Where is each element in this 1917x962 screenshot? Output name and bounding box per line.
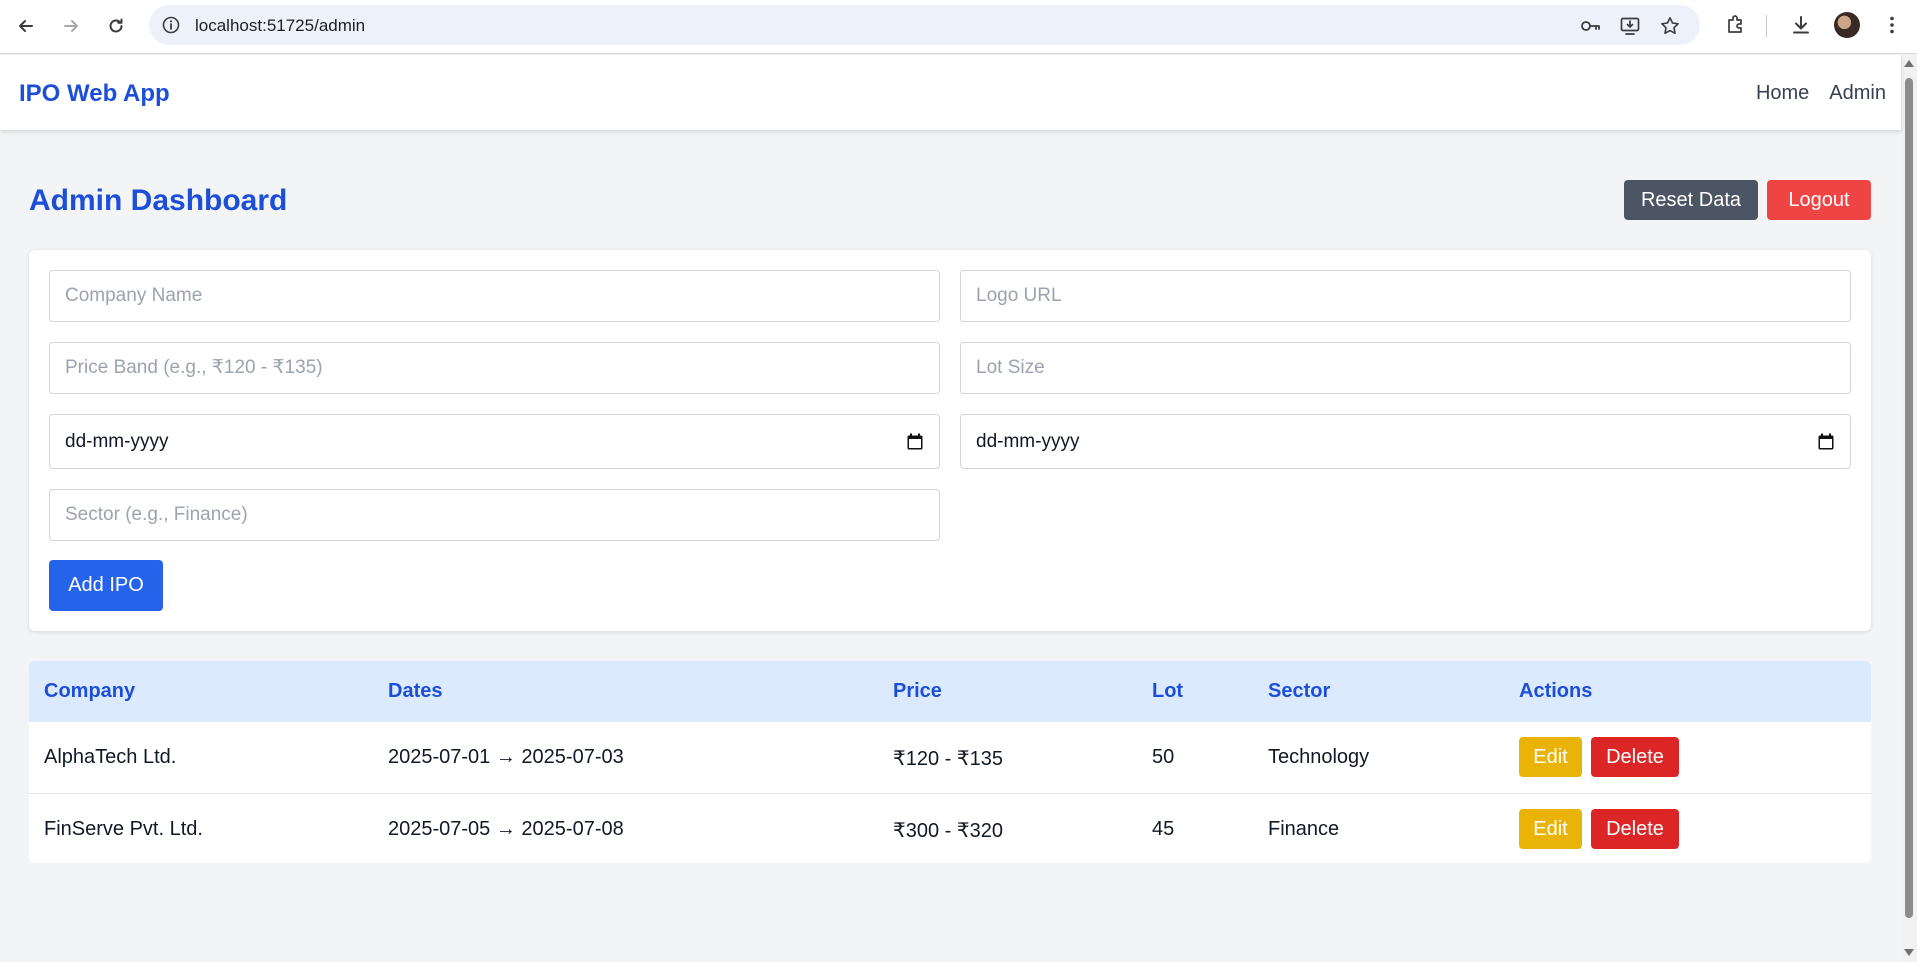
info-icon[interactable]	[161, 15, 181, 35]
table-header: Company Dates Price Lot Sector Actions	[29, 661, 1871, 722]
cell-price: ₹120 - ₹135	[893, 748, 1003, 770]
url-text: localhost:51725/admin	[195, 16, 366, 35]
scroll-down-arrow-icon[interactable]	[1904, 949, 1914, 956]
open-date-input[interactable]: dd-mm-yyyy	[49, 414, 940, 469]
cell-company: FinServe Pvt. Ltd.	[44, 818, 203, 840]
delete-button[interactable]: Delete	[1591, 737, 1679, 777]
delete-button[interactable]: Delete	[1591, 809, 1679, 849]
browser-toolbar: localhost:51725/admin	[0, 0, 1917, 54]
logo-url-input[interactable]	[960, 270, 1851, 322]
page-scrollbar[interactable]	[1901, 54, 1917, 962]
arrow-right-icon	[64, 20, 78, 32]
column-header-price: Price	[893, 680, 942, 702]
reload-icon	[109, 18, 123, 33]
close-date-input[interactable]: dd-mm-yyyy	[960, 414, 1851, 469]
column-header-actions: Actions	[1519, 680, 1593, 702]
nav-admin-link[interactable]: Admin	[1829, 82, 1886, 105]
scroll-thumb[interactable]	[1905, 78, 1913, 918]
calendar-icon[interactable]	[1817, 433, 1835, 451]
table-row: FinServe Pvt. Ltd. 2025-07-05 → 2025-07-…	[29, 793, 1871, 863]
cell-sector: Finance	[1268, 818, 1340, 840]
price-band-input[interactable]	[49, 342, 940, 394]
edit-button[interactable]: Edit	[1519, 809, 1582, 849]
profile-avatar[interactable]	[1834, 12, 1860, 38]
app-header: IPO Web App Home Admin	[0, 55, 1901, 130]
brand-logo-text[interactable]: IPO Web App	[19, 80, 170, 108]
arrow-left-icon	[19, 20, 33, 32]
open-date-value: dd-mm-yyyy	[65, 430, 169, 452]
cell-price: ₹300 - ₹320	[893, 820, 1003, 842]
cell-dates: 2025-07-01 → 2025-07-03	[388, 746, 624, 768]
edit-button[interactable]: Edit	[1519, 737, 1582, 777]
back-button[interactable]	[9, 9, 43, 43]
close-date-value: dd-mm-yyyy	[976, 430, 1080, 452]
kebab-menu-icon[interactable]	[1880, 13, 1904, 37]
calendar-icon[interactable]	[906, 433, 924, 451]
cell-dates: 2025-07-05 → 2025-07-08	[388, 818, 624, 840]
column-header-lot: Lot	[1152, 680, 1184, 702]
column-header-dates: Dates	[388, 680, 443, 702]
table-row: AlphaTech Ltd. 2025-07-01 → 2025-07-03 ₹…	[29, 722, 1871, 793]
toolbar-separator	[1766, 15, 1767, 37]
ipo-table: Company Dates Price Lot Sector Actions A…	[29, 661, 1871, 863]
cell-sector: Technology	[1268, 746, 1370, 768]
puzzle-icon[interactable]	[1724, 13, 1748, 37]
logout-button[interactable]: Logout	[1767, 180, 1871, 220]
reset-data-button[interactable]: Reset Data	[1624, 180, 1758, 220]
download-icon[interactable]	[1789, 13, 1813, 37]
scroll-up-arrow-icon[interactable]	[1904, 60, 1914, 67]
nav-home-link[interactable]: Home	[1756, 82, 1809, 105]
company-name-input[interactable]	[49, 270, 940, 322]
top-nav: Home Admin	[1756, 82, 1886, 105]
cell-company: AlphaTech Ltd.	[44, 746, 177, 768]
cell-lot: 45	[1152, 818, 1175, 840]
lot-size-input[interactable]	[960, 342, 1851, 394]
forward-button[interactable]	[54, 9, 88, 43]
star-icon[interactable]	[1659, 15, 1681, 37]
page-title: Admin Dashboard	[29, 184, 288, 217]
reload-button[interactable]	[99, 9, 133, 43]
key-icon[interactable]	[1579, 15, 1601, 37]
install-app-icon[interactable]	[1619, 15, 1641, 37]
address-bar[interactable]: localhost:51725/admin	[149, 5, 1700, 45]
add-ipo-button[interactable]: Add IPO	[49, 560, 163, 611]
column-header-company: Company	[44, 680, 136, 702]
column-header-sector: Sector	[1268, 680, 1331, 702]
sector-input[interactable]	[49, 489, 940, 541]
cell-lot: 50	[1152, 746, 1175, 768]
